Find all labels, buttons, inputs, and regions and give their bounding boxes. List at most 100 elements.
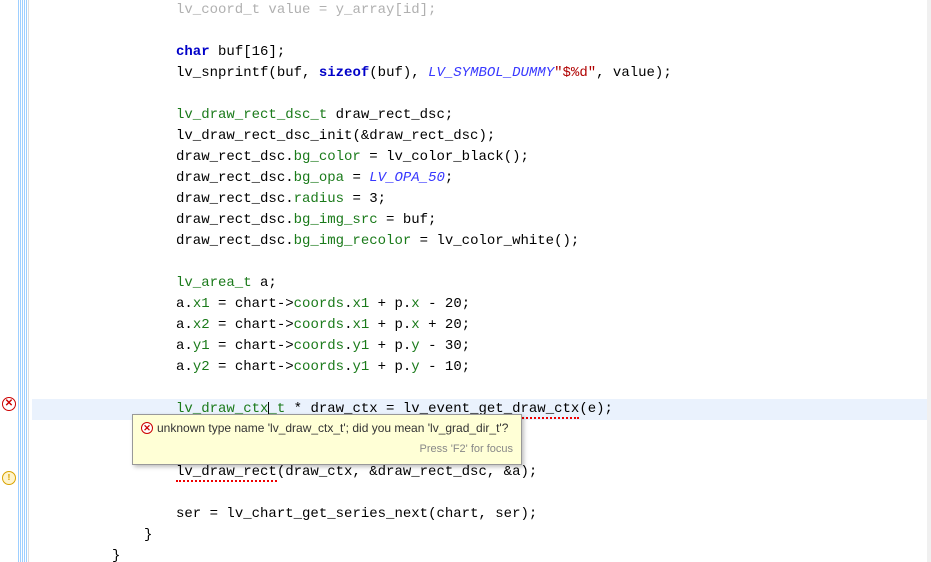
token: (e); — [579, 401, 613, 417]
code-line[interactable]: draw_rect_dsc.bg_opa = LV_OPA_50; — [32, 168, 931, 189]
token: draw_rect_dsc; — [327, 107, 453, 123]
token: y — [411, 359, 419, 375]
code-line[interactable]: lv_area_t a; — [32, 273, 931, 294]
token: = — [344, 191, 369, 207]
token: = chart-> — [210, 317, 294, 333]
error-marker-icon[interactable]: ✕ — [2, 397, 16, 411]
tooltip-message: unknown type name 'lv_draw_ctx_t'; did y… — [157, 418, 508, 439]
token: ; — [462, 296, 470, 312]
token: x1 — [193, 296, 210, 312]
code-line[interactable] — [32, 21, 931, 42]
code-line[interactable] — [32, 84, 931, 105]
token: (&draw_rect_dsc); — [352, 128, 495, 144]
code-line[interactable]: } — [32, 546, 931, 562]
code-line[interactable]: a.y2 = chart->coords.y1 + p.y - 10; — [32, 357, 931, 378]
token: 3 — [369, 191, 377, 207]
warning-marker-icon[interactable]: ! — [2, 471, 16, 485]
token: lv_color_white — [436, 233, 554, 249]
token: bg_img_recolor — [294, 233, 412, 249]
token: = chart-> — [210, 296, 294, 312]
token: + p. — [369, 359, 411, 375]
token: sizeof — [319, 65, 369, 81]
code-line[interactable]: draw_rect_dsc.radius = 3; — [32, 189, 931, 210]
token: } — [144, 527, 152, 543]
code-line[interactable]: lv_draw_rect_dsc_init(&draw_rect_dsc); — [32, 126, 931, 147]
token: char — [176, 44, 210, 60]
code-line[interactable]: lv_draw_rect_dsc_t draw_rect_dsc; — [32, 105, 931, 126]
token: lv_chart_get_series_next — [226, 506, 428, 522]
code-line[interactable]: draw_rect_dsc.bg_img_recolor = lv_color_… — [32, 231, 931, 252]
token: x — [411, 296, 419, 312]
token: (); — [504, 149, 529, 165]
token: lv_color_black — [386, 149, 504, 165]
error-icon: ✕ — [141, 422, 153, 434]
code-line[interactable] — [32, 252, 931, 273]
token: (); — [554, 233, 579, 249]
token: 20 — [445, 317, 462, 333]
token: a. — [176, 359, 193, 375]
token: lv_draw_rect_dsc_t — [176, 107, 327, 123]
token: a. — [176, 296, 193, 312]
tooltip-hint: Press 'F2' for focus — [141, 437, 513, 460]
code-line[interactable]: lv_coord_t value = y_array[id]; — [32, 0, 931, 21]
token: ; — [462, 338, 470, 354]
token: bg_opa — [294, 170, 344, 186]
token: (chart, ser); — [428, 506, 537, 522]
token: y2 — [193, 359, 210, 375]
overview-ruler[interactable] — [927, 0, 931, 562]
token: draw_rect_dsc. — [176, 170, 294, 186]
token: (buf, — [268, 65, 318, 81]
token: a. — [176, 317, 193, 333]
token: bg_img_src — [294, 212, 378, 228]
token: 20 — [445, 296, 462, 312]
token: x1 — [352, 317, 369, 333]
token: + p. — [369, 296, 411, 312]
diagnostic-tooltip: ✕ unknown type name 'lv_draw_ctx_t'; did… — [132, 414, 522, 465]
token: ]; — [268, 44, 285, 60]
code-line[interactable] — [32, 378, 931, 399]
code-line[interactable]: ser = lv_chart_get_series_next(chart, se… — [32, 504, 931, 525]
token: x — [411, 317, 419, 333]
token: draw_rect_dsc. — [176, 212, 294, 228]
code-line[interactable]: lv_snprintf(buf, sizeof(buf), LV_SYMBOL_… — [32, 63, 931, 84]
token: a. — [176, 338, 193, 354]
token: draw_rect_dsc. — [176, 191, 294, 207]
code-line[interactable]: char buf[16]; — [32, 42, 931, 63]
token: y1 — [193, 338, 210, 354]
token: lv_snprintf — [176, 65, 268, 81]
token: coords — [294, 317, 344, 333]
code-area[interactable]: lv_coord_t value = y_array[id]; char buf… — [28, 0, 931, 562]
token: ; — [462, 317, 470, 333]
code-editor[interactable]: ✕ ! lv_coord_t value = y_array[id]; char… — [0, 0, 931, 562]
code-line[interactable]: } — [32, 525, 931, 546]
token: y1 — [352, 359, 369, 375]
token: + p. — [369, 338, 411, 354]
code-line[interactable]: a.y1 = chart->coords.y1 + p.y - 30; — [32, 336, 931, 357]
token: ; — [378, 191, 386, 207]
token: , value); — [596, 65, 672, 81]
code-line[interactable]: draw_rect_dsc.bg_color = lv_color_black(… — [32, 147, 931, 168]
token: LV_SYMBOL_DUMMY — [428, 65, 554, 81]
token: = chart-> — [210, 359, 294, 375]
code-line[interactable]: a.x1 = chart->coords.x1 + p.x - 20; — [32, 294, 931, 315]
code-line[interactable]: draw_rect_dsc.bg_img_src = buf; — [32, 210, 931, 231]
token: y — [411, 338, 419, 354]
fold-ruler[interactable] — [18, 0, 28, 562]
token: a; — [252, 275, 277, 291]
token: (buf), — [369, 65, 428, 81]
token: lv_draw_rect_dsc_init — [176, 128, 352, 144]
token: coords — [294, 359, 344, 375]
code-line[interactable]: a.x2 = chart->coords.x1 + p.x + 20; — [32, 315, 931, 336]
token: } — [112, 548, 120, 562]
token: ; — [445, 170, 453, 186]
token: (draw_ctx, &draw_rect_dsc, &a); — [277, 464, 537, 480]
token: y1 — [352, 338, 369, 354]
token: bg_color — [294, 149, 361, 165]
gutter: ✕ ! — [0, 0, 18, 562]
token: x2 — [193, 317, 210, 333]
code-line[interactable] — [32, 483, 931, 504]
token: 10 — [445, 359, 462, 375]
code-line[interactable]: lv_draw_rect(draw_ctx, &draw_rect_dsc, &… — [32, 462, 931, 483]
token: radius — [294, 191, 344, 207]
token: buf[ — [210, 44, 252, 60]
